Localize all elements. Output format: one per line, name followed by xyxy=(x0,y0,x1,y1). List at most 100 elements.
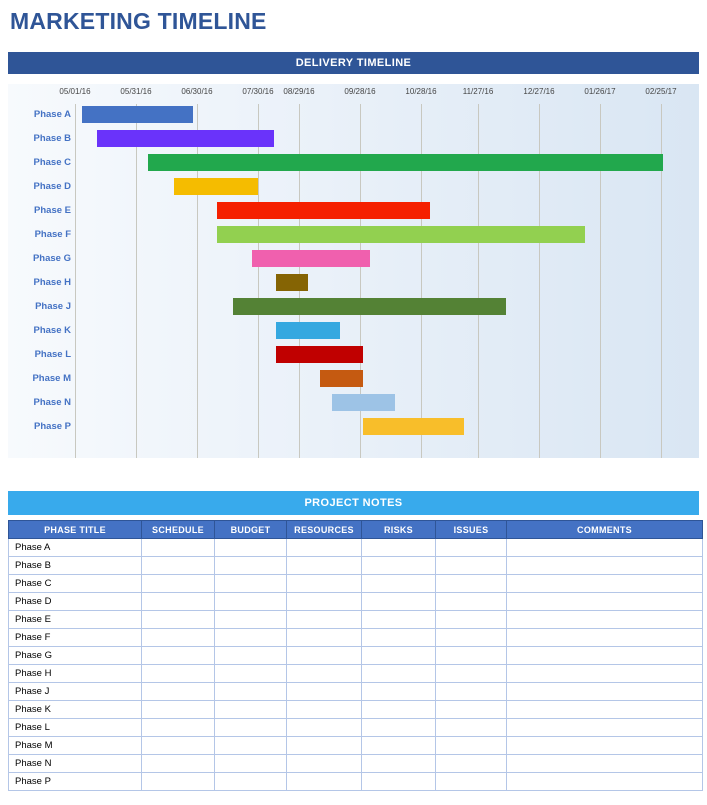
cell-issues[interactable] xyxy=(435,664,507,683)
gantt-bar[interactable] xyxy=(217,202,430,219)
cell-issues[interactable] xyxy=(435,700,507,719)
cell-resources[interactable] xyxy=(286,754,362,773)
gantt-bar[interactable] xyxy=(276,322,340,339)
cell-comments[interactable] xyxy=(506,646,703,665)
cell-resources[interactable] xyxy=(286,646,362,665)
cell-schedule[interactable] xyxy=(141,754,215,773)
cell-issues[interactable] xyxy=(435,754,507,773)
cell-risks[interactable] xyxy=(361,718,436,737)
cell-resources[interactable] xyxy=(286,592,362,611)
cell-schedule[interactable] xyxy=(141,736,215,755)
cell-resources[interactable] xyxy=(286,736,362,755)
cell-issues[interactable] xyxy=(435,538,507,557)
cell-risks[interactable] xyxy=(361,772,436,791)
cell-phase-title[interactable]: Phase D xyxy=(8,592,142,611)
cell-risks[interactable] xyxy=(361,628,436,647)
cell-comments[interactable] xyxy=(506,700,703,719)
cell-schedule[interactable] xyxy=(141,574,215,593)
gantt-bar[interactable] xyxy=(320,370,363,387)
cell-budget[interactable] xyxy=(214,754,287,773)
cell-resources[interactable] xyxy=(286,682,362,701)
cell-schedule[interactable] xyxy=(141,718,215,737)
cell-budget[interactable] xyxy=(214,682,287,701)
cell-schedule[interactable] xyxy=(141,556,215,575)
cell-schedule[interactable] xyxy=(141,646,215,665)
cell-budget[interactable] xyxy=(214,538,287,557)
cell-schedule[interactable] xyxy=(141,772,215,791)
cell-comments[interactable] xyxy=(506,682,703,701)
cell-phase-title[interactable]: Phase C xyxy=(8,574,142,593)
cell-schedule[interactable] xyxy=(141,664,215,683)
cell-budget[interactable] xyxy=(214,610,287,629)
cell-phase-title[interactable]: Phase G xyxy=(8,646,142,665)
cell-resources[interactable] xyxy=(286,700,362,719)
cell-resources[interactable] xyxy=(286,628,362,647)
cell-risks[interactable] xyxy=(361,556,436,575)
cell-schedule[interactable] xyxy=(141,592,215,611)
cell-risks[interactable] xyxy=(361,700,436,719)
cell-risks[interactable] xyxy=(361,664,436,683)
cell-comments[interactable] xyxy=(506,556,703,575)
cell-issues[interactable] xyxy=(435,556,507,575)
cell-comments[interactable] xyxy=(506,754,703,773)
cell-issues[interactable] xyxy=(435,718,507,737)
cell-comments[interactable] xyxy=(506,772,703,791)
cell-risks[interactable] xyxy=(361,592,436,611)
cell-phase-title[interactable]: Phase F xyxy=(8,628,142,647)
cell-risks[interactable] xyxy=(361,682,436,701)
cell-budget[interactable] xyxy=(214,646,287,665)
cell-resources[interactable] xyxy=(286,610,362,629)
gantt-bar[interactable] xyxy=(276,346,363,363)
cell-resources[interactable] xyxy=(286,772,362,791)
cell-comments[interactable] xyxy=(506,628,703,647)
cell-issues[interactable] xyxy=(435,592,507,611)
gantt-bar[interactable] xyxy=(363,418,464,435)
cell-risks[interactable] xyxy=(361,736,436,755)
cell-budget[interactable] xyxy=(214,700,287,719)
gantt-bar[interactable] xyxy=(82,106,193,123)
cell-phase-title[interactable]: Phase L xyxy=(8,718,142,737)
cell-schedule[interactable] xyxy=(141,538,215,557)
gantt-bar[interactable] xyxy=(233,298,506,315)
cell-budget[interactable] xyxy=(214,772,287,791)
cell-issues[interactable] xyxy=(435,772,507,791)
cell-phase-title[interactable]: Phase A xyxy=(8,538,142,557)
cell-risks[interactable] xyxy=(361,646,436,665)
cell-phase-title[interactable]: Phase M xyxy=(8,736,142,755)
gantt-bar[interactable] xyxy=(276,274,308,291)
gantt-bar[interactable] xyxy=(332,394,395,411)
cell-risks[interactable] xyxy=(361,610,436,629)
cell-resources[interactable] xyxy=(286,556,362,575)
cell-comments[interactable] xyxy=(506,718,703,737)
cell-schedule[interactable] xyxy=(141,700,215,719)
cell-issues[interactable] xyxy=(435,628,507,647)
cell-issues[interactable] xyxy=(435,574,507,593)
cell-issues[interactable] xyxy=(435,682,507,701)
cell-issues[interactable] xyxy=(435,646,507,665)
cell-risks[interactable] xyxy=(361,538,436,557)
gantt-bar[interactable] xyxy=(252,250,370,267)
cell-resources[interactable] xyxy=(286,574,362,593)
cell-comments[interactable] xyxy=(506,592,703,611)
cell-comments[interactable] xyxy=(506,610,703,629)
cell-risks[interactable] xyxy=(361,754,436,773)
cell-comments[interactable] xyxy=(506,736,703,755)
cell-phase-title[interactable]: Phase N xyxy=(8,754,142,773)
cell-phase-title[interactable]: Phase E xyxy=(8,610,142,629)
cell-schedule[interactable] xyxy=(141,610,215,629)
gantt-bar[interactable] xyxy=(217,226,585,243)
cell-budget[interactable] xyxy=(214,628,287,647)
cell-comments[interactable] xyxy=(506,664,703,683)
cell-budget[interactable] xyxy=(214,736,287,755)
cell-comments[interactable] xyxy=(506,574,703,593)
cell-phase-title[interactable]: Phase H xyxy=(8,664,142,683)
cell-risks[interactable] xyxy=(361,574,436,593)
cell-schedule[interactable] xyxy=(141,682,215,701)
cell-budget[interactable] xyxy=(214,574,287,593)
gantt-bar[interactable] xyxy=(97,130,274,147)
cell-phase-title[interactable]: Phase J xyxy=(8,682,142,701)
cell-comments[interactable] xyxy=(506,538,703,557)
cell-phase-title[interactable]: Phase K xyxy=(8,700,142,719)
cell-issues[interactable] xyxy=(435,610,507,629)
cell-resources[interactable] xyxy=(286,664,362,683)
